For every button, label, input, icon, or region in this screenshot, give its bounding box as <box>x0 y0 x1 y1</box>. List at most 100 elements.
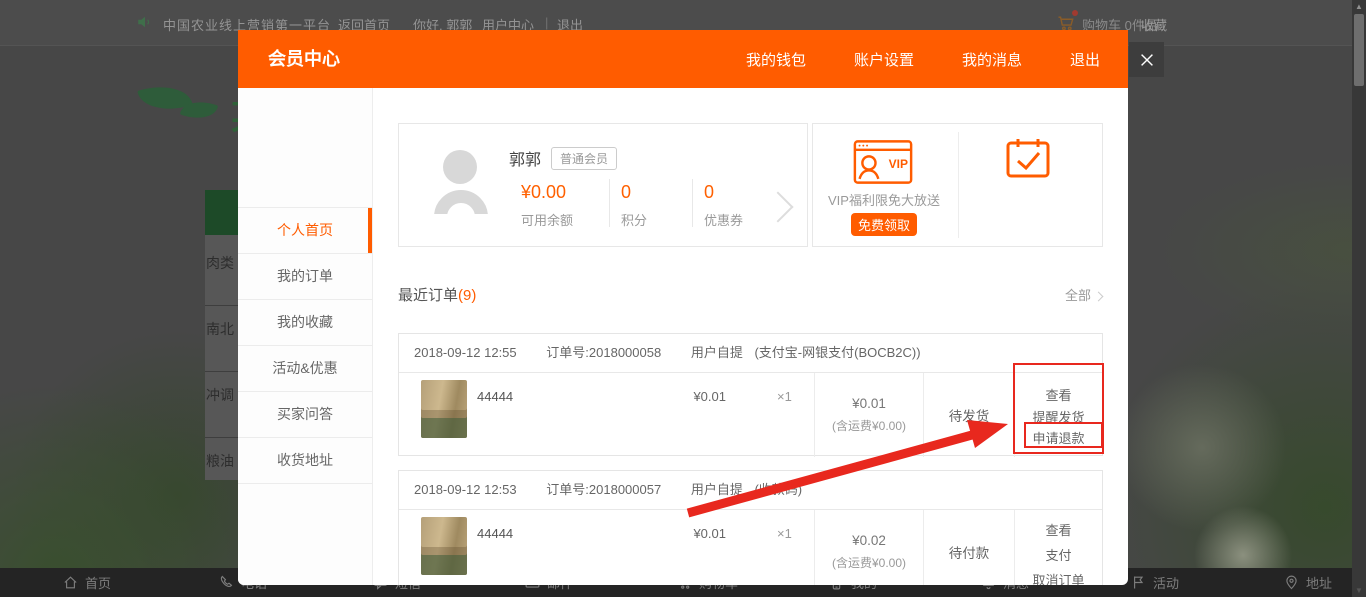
calendar-check-icon[interactable] <box>1006 137 1050 184</box>
home-icon <box>62 574 79 591</box>
order-status-cell: 待发货 <box>923 373 1014 457</box>
order-delivery-method: 用户自提 <box>691 345 743 360</box>
stat-points: 0 积分 <box>621 182 647 229</box>
order-product-cell: 44444 ¥0.01 ×1 <box>399 510 814 585</box>
avatar <box>443 150 477 184</box>
scroll-up-arrow[interactable]: ▲ <box>1355 2 1363 11</box>
bottombar-item-address: 地址 <box>1283 573 1332 592</box>
bottombar-item-activity: 活动 <box>1130 573 1179 592</box>
order-status: 待付款 <box>949 542 990 562</box>
order-shipping-note: (含运费¥0.00) <box>832 417 906 434</box>
order-datetime: 2018-09-12 12:55 <box>414 345 517 360</box>
vip-icon-text: VIP <box>889 157 908 171</box>
favorite-link: 收藏 <box>1141 15 1167 34</box>
sidebar-item-buyer-qa[interactable]: 买家问答 <box>238 392 372 438</box>
order-header: 2018-09-12 12:53 订单号:2018000057 用户自提 (收款… <box>399 471 1102 510</box>
order-shipping-note: (含运费¥0.00) <box>832 554 906 571</box>
order-number: 订单号:2018000058 <box>546 345 661 360</box>
announcement-speaker-icon <box>136 13 154 34</box>
order-body: 44444 ¥0.01 ×1 ¥0.02 (含运费¥0.00) 待付款 查看 支… <box>399 510 1102 585</box>
order-delivery-method: 用户自提 <box>691 482 743 497</box>
chevron-right-icon[interactable] <box>762 191 793 222</box>
modal-sidebar: 个人首页 我的订单 我的收藏 活动&优惠 买家问答 收货地址 <box>238 88 373 585</box>
product-name[interactable]: 44444 <box>477 526 513 541</box>
balance-label: 可用余额 <box>521 210 573 229</box>
bottombar-label: 活动 <box>1153 573 1179 592</box>
recent-orders-title: 最近订单(9) <box>398 284 476 305</box>
order-card: 2018-09-12 12:53 订单号:2018000057 用户自提 (收款… <box>398 470 1103 585</box>
recent-orders-label: 最近订单 <box>398 287 458 304</box>
bottombar-item-home: 首页 <box>62 573 111 592</box>
product-name[interactable]: 44444 <box>477 389 513 404</box>
product-thumbnail[interactable] <box>421 380 467 438</box>
vip-panel: VIP VIP福利限免大放送 免费领取 <box>812 123 1103 247</box>
order-body: 44444 ¥0.01 ×1 ¥0.01 (含运费¥0.00) 待发货 查看 提… <box>399 373 1102 457</box>
action-remind-shipment[interactable]: 提醒发货 <box>1015 407 1102 429</box>
sidebar-item-personal-home[interactable]: 个人首页 <box>238 207 372 254</box>
order-total-cell: ¥0.02 (含运费¥0.00) <box>814 510 923 585</box>
sidebar-item-my-favorites[interactable]: 我的收藏 <box>238 300 372 346</box>
modal-title: 会员中心 <box>268 30 340 88</box>
modal-header: 会员中心 我的钱包 账户设置 我的消息 退出 <box>238 30 1128 88</box>
close-icon <box>1138 51 1156 69</box>
vip-benefit-icon: VIP <box>853 139 913 185</box>
modal-nav: 我的钱包 账户设置 我的消息 退出 <box>746 30 1100 88</box>
order-actions-cell: 查看 支付 取消订单 <box>1014 510 1102 585</box>
sidebar-item-my-orders[interactable]: 我的订单 <box>238 254 372 300</box>
bottombar-label: 首页 <box>85 573 111 592</box>
action-cancel-order[interactable]: 取消订单 <box>1015 568 1102 585</box>
user-name: 郭郭 <box>509 146 541 170</box>
action-request-refund[interactable]: 申请退款 <box>1015 428 1102 450</box>
balance-value: ¥0.00 <box>521 182 573 203</box>
order-number: 订单号:2018000057 <box>546 482 661 497</box>
stat-balance: ¥0.00 可用余额 <box>521 182 573 229</box>
stat-coupons: 0 优惠券 <box>704 182 743 229</box>
view-all-label: 全部 <box>1065 288 1091 303</box>
points-label: 积分 <box>621 210 647 229</box>
close-button[interactable] <box>1129 42 1164 77</box>
sidebar-item-shipping-address[interactable]: 收货地址 <box>238 438 372 484</box>
category-item: 粮油 <box>206 451 234 471</box>
order-total: ¥0.01 <box>852 396 886 411</box>
order-total-cell: ¥0.01 (含运费¥0.00) <box>814 373 923 457</box>
category-item: 南北 <box>206 319 234 339</box>
nav-account-settings[interactable]: 账户设置 <box>854 49 914 70</box>
coupons-label: 优惠券 <box>704 210 743 229</box>
page: 中国农业线上营销第一平台 返回首页 你好, 郭郭 用户中心 | 退出 购物车 0… <box>0 0 1366 597</box>
sidebar-item-activities-coupons[interactable]: 活动&优惠 <box>238 346 372 392</box>
coupons-value: 0 <box>704 182 743 203</box>
scroll-down-arrow[interactable]: ▼ <box>1355 586 1363 595</box>
action-pay[interactable]: 支付 <box>1015 543 1102 568</box>
order-payment-method: (收款码) <box>754 482 802 497</box>
modal-content: 郭郭 普通会员 ¥0.00 可用余额 0 积分 0 优惠券 <box>373 88 1128 585</box>
user-info-panel: 郭郭 普通会员 ¥0.00 可用余额 0 积分 0 优惠券 <box>398 123 808 247</box>
chevron-right-icon <box>1094 292 1104 302</box>
stat-divider <box>692 179 693 227</box>
category-item: 肉类 <box>206 253 234 273</box>
view-all-link[interactable]: 全部 <box>1065 285 1102 304</box>
order-status: 待发货 <box>949 405 990 425</box>
nav-my-wallet[interactable]: 我的钱包 <box>746 49 806 70</box>
avatar-torso <box>431 188 491 214</box>
order-status-cell: 待付款 <box>923 510 1014 585</box>
recent-orders-count: (9) <box>458 287 476 304</box>
stat-divider <box>609 179 610 227</box>
order-total: ¥0.02 <box>852 533 886 548</box>
product-quantity: ×1 <box>777 389 792 404</box>
category-item: 冲调 <box>206 385 234 405</box>
nav-my-messages[interactable]: 我的消息 <box>962 49 1022 70</box>
scrollbar-thumb[interactable] <box>1354 14 1364 86</box>
product-thumbnail[interactable] <box>421 517 467 575</box>
page-scrollbar[interactable]: ▲ ▼ <box>1352 0 1366 597</box>
action-view[interactable]: 查看 <box>1015 385 1102 407</box>
topbar-divider: | <box>545 15 548 30</box>
free-claim-button[interactable]: 免费领取 <box>851 213 917 236</box>
order-payment-method: (支付宝-网银支付(BOCB2C)) <box>754 345 920 360</box>
order-datetime: 2018-09-12 12:53 <box>414 482 517 497</box>
bottombar-label: 地址 <box>1306 573 1332 592</box>
location-icon <box>1283 574 1300 591</box>
action-view[interactable]: 查看 <box>1015 518 1102 543</box>
nav-logout[interactable]: 退出 <box>1070 49 1100 70</box>
product-price: ¥0.01 <box>666 526 726 541</box>
sidebar-list: 个人首页 我的订单 我的收藏 活动&优惠 买家问答 收货地址 <box>238 207 372 484</box>
